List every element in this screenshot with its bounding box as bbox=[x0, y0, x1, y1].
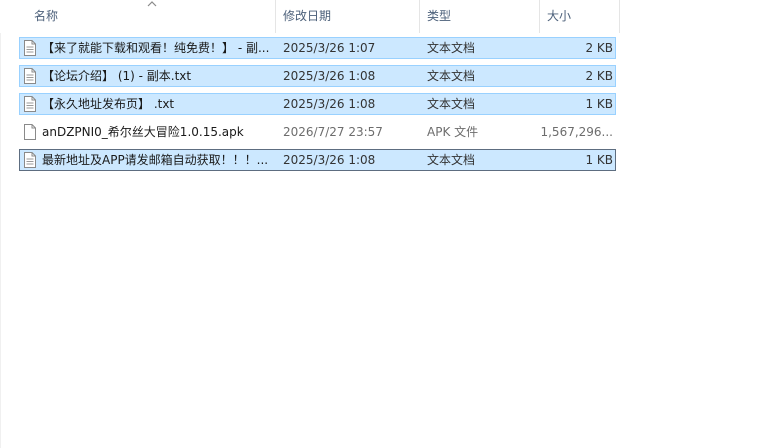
file-size: 2 KB bbox=[585, 69, 613, 83]
text-file-icon bbox=[24, 96, 36, 112]
file-size: 2 KB bbox=[585, 41, 613, 55]
file-date-modified: 2025/3/26 1:08 bbox=[283, 69, 376, 83]
file-size: 1 KB bbox=[585, 97, 613, 111]
column-header-type[interactable]: 类型 bbox=[420, 0, 540, 33]
file-type: 文本文档 bbox=[427, 153, 476, 167]
file-name: 【永久地址发布页】 .txt bbox=[42, 97, 175, 111]
file-date-modified: 2025/3/26 1:07 bbox=[283, 41, 376, 55]
file-date-modified: 2026/7/27 23:57 bbox=[283, 125, 383, 139]
file-icon bbox=[24, 124, 36, 140]
file-name: anDZPNI0_希尔丝大冒险1.0.15.apk bbox=[42, 125, 244, 139]
text-file-icon bbox=[24, 68, 36, 84]
file-name: 最新地址及APP请发邮箱自动获取！！！... bbox=[42, 153, 269, 167]
file-row[interactable]: 最新地址及APP请发邮箱自动获取！！！... 2025/3/26 1:08 文本… bbox=[19, 149, 616, 171]
file-type: 文本文档 bbox=[427, 97, 476, 111]
file-row[interactable]: 【论坛介绍】 (1) - 副本.txt 2025/3/26 1:08 文本文档 … bbox=[19, 65, 616, 87]
file-type: 文本文档 bbox=[427, 41, 476, 55]
file-date-modified: 2025/3/26 1:08 bbox=[283, 153, 376, 167]
file-row[interactable]: 【来了就能下载和观看！纯免费！】 - 副... 2025/3/26 1:07 文… bbox=[19, 37, 616, 59]
text-file-icon bbox=[24, 40, 36, 56]
file-size: 1,567,296... bbox=[540, 125, 613, 139]
column-header-name[interactable]: 名称 bbox=[27, 0, 276, 33]
file-row[interactable]: anDZPNI0_希尔丝大冒险1.0.15.apk 2026/7/27 23:5… bbox=[19, 121, 616, 143]
file-size: 1 KB bbox=[585, 153, 613, 167]
file-date-modified: 2025/3/26 1:08 bbox=[283, 97, 376, 111]
file-type: APK 文件 bbox=[427, 125, 479, 139]
column-header-bar: 名称 修改日期 类型 大小 bbox=[0, 0, 761, 33]
text-file-icon bbox=[24, 152, 36, 168]
file-row[interactable]: 【永久地址发布页】 .txt 2025/3/26 1:08 文本文档 1 KB bbox=[19, 93, 616, 115]
file-name: 【来了就能下载和观看！纯免费！】 - 副... bbox=[42, 41, 270, 55]
column-header-size[interactable]: 大小 bbox=[540, 0, 620, 33]
column-header-date-modified[interactable]: 修改日期 bbox=[276, 0, 420, 33]
file-type: 文本文档 bbox=[427, 69, 476, 83]
file-name: 【论坛介绍】 (1) - 副本.txt bbox=[42, 69, 192, 83]
window-left-edge bbox=[0, 0, 1, 448]
